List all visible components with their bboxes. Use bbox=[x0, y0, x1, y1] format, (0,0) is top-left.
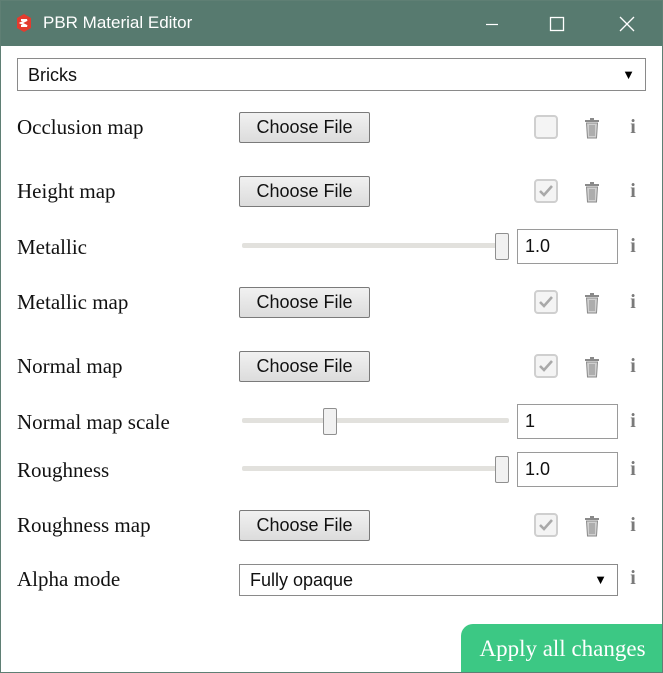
metallic-map-info-icon[interactable]: i bbox=[627, 291, 639, 314]
roughness-label: Roughness bbox=[17, 458, 110, 482]
height-map-label: Height map bbox=[17, 179, 116, 203]
normal-map-scale-info-icon[interactable]: i bbox=[627, 410, 639, 433]
height-map-checkbox[interactable] bbox=[534, 179, 558, 203]
dropdown-arrow-icon: ▼ bbox=[594, 572, 607, 587]
roughness-map-choose-file-button[interactable]: Choose File bbox=[239, 510, 370, 541]
alpha-mode-select-value: Fully opaque bbox=[250, 570, 354, 590]
pbr-material-editor-window: PBR Material Editor Bricks ▼ Occlusion m… bbox=[0, 0, 663, 673]
metallic-slider[interactable] bbox=[242, 231, 509, 261]
minimize-button[interactable] bbox=[469, 1, 515, 46]
apply-all-changes-button[interactable]: Apply all changes bbox=[461, 624, 662, 672]
minimize-icon bbox=[486, 23, 498, 25]
metallic-map-checkbox[interactable] bbox=[534, 290, 558, 314]
alpha-mode-select[interactable]: Fully opaque ▼ bbox=[239, 564, 618, 596]
alpha-mode-label: Alpha mode bbox=[17, 567, 121, 591]
normal-map-trash-icon[interactable] bbox=[584, 356, 600, 378]
roughness-map-checkbox[interactable] bbox=[534, 513, 558, 537]
roughness-map-info-icon[interactable]: i bbox=[627, 514, 639, 537]
roughness-slider[interactable] bbox=[242, 454, 509, 484]
close-icon bbox=[619, 16, 635, 31]
normal-map-checkbox[interactable] bbox=[534, 354, 558, 378]
roughness-value-input[interactable]: 1.0 bbox=[517, 452, 618, 487]
normal-map-info-icon[interactable]: i bbox=[627, 355, 639, 378]
close-button[interactable] bbox=[604, 1, 650, 46]
height-map-info-icon[interactable]: i bbox=[627, 180, 639, 203]
metallic-label: Metallic bbox=[17, 235, 87, 259]
metallic-map-choose-file-button[interactable]: Choose File bbox=[239, 287, 370, 318]
slider-track bbox=[242, 243, 509, 248]
checkmark-icon bbox=[539, 296, 553, 308]
slider-thumb[interactable] bbox=[495, 233, 509, 260]
normal-map-label: Normal map bbox=[17, 354, 123, 378]
title-bar[interactable]: PBR Material Editor bbox=[1, 1, 662, 46]
normal-map-scale-slider[interactable] bbox=[242, 406, 509, 436]
occlusion-map-trash-icon[interactable] bbox=[584, 117, 600, 139]
occlusion-map-info-icon[interactable]: i bbox=[627, 116, 639, 139]
checkmark-icon bbox=[539, 185, 553, 197]
height-map-choose-file-button[interactable]: Choose File bbox=[239, 176, 370, 207]
slider-track bbox=[242, 466, 509, 471]
window-title: PBR Material Editor bbox=[43, 13, 193, 32]
occlusion-map-choose-file-button[interactable]: Choose File bbox=[239, 112, 370, 143]
normal-map-scale-value-input[interactable]: 1 bbox=[517, 404, 618, 439]
roughness-map-trash-icon[interactable] bbox=[584, 515, 600, 537]
checkmark-icon bbox=[539, 360, 553, 372]
normal-map-scale-label: Normal map scale bbox=[17, 410, 170, 434]
metallic-map-label: Metallic map bbox=[17, 290, 129, 314]
checkmark-icon bbox=[539, 519, 553, 531]
metallic-value-input[interactable]: 1.0 bbox=[517, 229, 618, 264]
occlusion-map-checkbox[interactable] bbox=[534, 115, 558, 139]
metallic-info-icon[interactable]: i bbox=[627, 235, 639, 258]
slider-thumb[interactable] bbox=[322, 408, 337, 435]
roughness-map-label: Roughness map bbox=[17, 513, 151, 537]
metallic-map-trash-icon[interactable] bbox=[584, 292, 600, 314]
roughness-info-icon[interactable]: i bbox=[627, 458, 639, 481]
maximize-button[interactable] bbox=[534, 1, 580, 46]
slider-thumb[interactable] bbox=[495, 456, 509, 483]
occlusion-map-label: Occlusion map bbox=[17, 115, 144, 139]
maximize-icon bbox=[549, 16, 565, 31]
material-select-value: Bricks bbox=[28, 65, 77, 85]
sketchup-logo-icon bbox=[17, 14, 31, 32]
normal-map-choose-file-button[interactable]: Choose File bbox=[239, 351, 370, 382]
dropdown-arrow-icon: ▼ bbox=[622, 67, 635, 82]
alpha-mode-info-icon[interactable]: i bbox=[627, 567, 639, 590]
material-select[interactable]: Bricks ▼ bbox=[17, 58, 646, 91]
editor-content: Bricks ▼ Occlusion map Choose File i Hei… bbox=[1, 46, 662, 672]
height-map-trash-icon[interactable] bbox=[584, 181, 600, 203]
slider-track bbox=[242, 418, 509, 423]
